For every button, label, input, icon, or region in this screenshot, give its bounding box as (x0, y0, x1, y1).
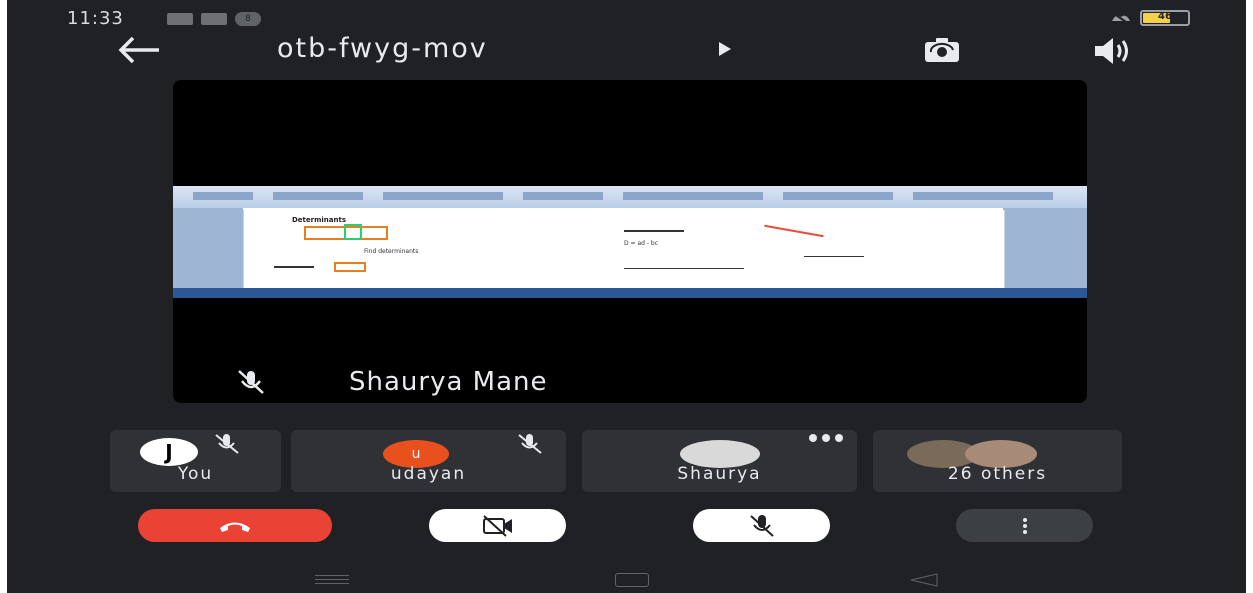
battery-icon: 46 (1140, 10, 1190, 26)
doc-line-4 (804, 256, 864, 257)
participant-label: udayan (390, 464, 467, 484)
silent-icon (1112, 12, 1130, 25)
participant-label: 26 others (947, 464, 1048, 484)
main-tile-footer: Shaurya Mane (231, 367, 548, 397)
status-icons: 8 (167, 12, 261, 26)
recents-icon[interactable] (315, 575, 349, 585)
nav-back-icon[interactable] (909, 573, 939, 587)
status-right: 46 (1110, 10, 1190, 26)
top-bar: otb-fwyg-mov (7, 30, 1246, 70)
switch-camera-icon[interactable] (917, 34, 967, 68)
more-options-icon[interactable] (809, 434, 843, 442)
mic-toggle-button[interactable] (693, 509, 830, 542)
meeting-code[interactable]: otb-fwyg-mov (277, 33, 488, 64)
participant-tile-udayan[interactable]: u udayan (291, 430, 566, 492)
shared-doc-title: Determinants (292, 216, 347, 224)
doc-line (624, 230, 684, 232)
signal-icon (167, 13, 193, 25)
home-icon[interactable] (615, 573, 649, 587)
shared-screen-margin-left (173, 208, 243, 290)
participant-label: You (177, 464, 214, 484)
camera-toggle-button[interactable] (429, 509, 566, 542)
doc-highlight-2 (334, 262, 366, 272)
participant-tile-shaurya[interactable]: Shaurya (582, 430, 857, 492)
more-options-button[interactable] (956, 509, 1093, 542)
mic-off-icon (518, 434, 542, 454)
back-arrow-icon[interactable] (115, 34, 163, 66)
main-video-tile[interactable]: Determinants Find determinants D = ad - … (173, 80, 1087, 403)
doc-red-line (764, 224, 824, 238)
volte-icon (201, 13, 227, 25)
mic-off-icon (215, 434, 239, 454)
speaker-icon[interactable] (1087, 34, 1137, 68)
meeting-info-arrow-icon[interactable] (719, 42, 731, 56)
end-call-button[interactable] (138, 509, 332, 542)
participant-tile-others[interactable]: 26 others (873, 430, 1122, 492)
speaker-name: Shaurya Mane (349, 367, 548, 397)
shared-screen-margin-right (1003, 208, 1087, 290)
doc-green-box (344, 224, 362, 240)
mic-off-icon (749, 514, 774, 537)
avatar: J (140, 438, 198, 466)
participant-label: Shaurya (677, 464, 762, 484)
participant-tile-you[interactable]: J You (110, 430, 281, 492)
camera-off-icon (482, 514, 512, 537)
doc-line-2 (274, 266, 314, 268)
shared-doc-text-2: D = ad - bc (624, 240, 659, 247)
shared-doc-text-1: Find determinants (364, 248, 419, 255)
shared-document-page: Determinants Find determinants D = ad - … (243, 210, 1005, 288)
system-nav-bar (7, 565, 1246, 593)
shared-screen-ribbon (173, 186, 1087, 208)
more-vert-icon (1022, 517, 1027, 534)
battery-level: 46 (1158, 11, 1172, 22)
shared-screen: Determinants Find determinants D = ad - … (173, 186, 1087, 298)
doc-line-3 (624, 268, 744, 269)
status-time: 11:33 (67, 8, 124, 29)
mic-off-icon (238, 370, 264, 394)
phone-hangup-icon (220, 522, 250, 532)
notification-badge: 8 (235, 12, 261, 26)
meet-call-screen: 11:33 8 46 otb-fwyg-mov Determinants Fin… (7, 0, 1246, 593)
shared-screen-taskbar (173, 288, 1087, 298)
